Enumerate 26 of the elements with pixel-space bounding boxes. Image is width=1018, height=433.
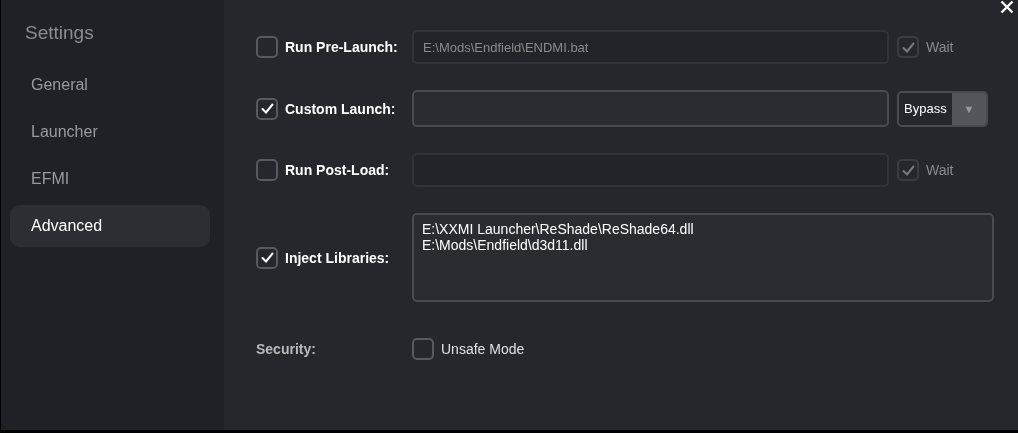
checkbox-label: Wait <box>926 39 954 55</box>
libraries-field[interactable]: E:\XXMI Launcher\ReShade\ReShade64.dll E:\Mods\Endfield\d3d11.dll <box>412 213 994 302</box>
row-label: Run Post-Load: <box>285 162 390 178</box>
sidebar-item[interactable]: EFMI <box>10 158 210 200</box>
mode-dropdown[interactable]: Bypass ▼ <box>897 90 988 127</box>
sidebar-title: Settings <box>25 22 95 44</box>
row-label: Inject Libraries: <box>285 249 390 266</box>
checkmark-icon <box>901 41 915 53</box>
row-label: Security: <box>256 341 316 357</box>
checkbox-label: Unsafe Mode <box>441 341 525 357</box>
checkmark-icon <box>901 164 915 176</box>
sidebar-item[interactable]: General <box>10 64 210 106</box>
sidebar-item[interactable]: Advanced <box>10 205 210 247</box>
checkbox[interactable] <box>256 97 278 120</box>
sidebar-item[interactable]: Launcher <box>10 111 210 153</box>
checkbox-label: Wait <box>926 162 954 178</box>
checkmark-icon <box>260 252 274 263</box>
checkmark-icon <box>260 103 274 114</box>
checkbox[interactable] <box>256 36 278 58</box>
path-field[interactable] <box>412 90 889 127</box>
row-label: Run Pre-Launch: <box>285 39 398 55</box>
checkbox[interactable] <box>412 338 434 360</box>
close-icon[interactable] <box>1000 0 1014 14</box>
checkbox[interactable] <box>256 159 278 181</box>
checkbox[interactable] <box>256 246 278 269</box>
row-label: Custom Launch: <box>285 100 396 117</box>
